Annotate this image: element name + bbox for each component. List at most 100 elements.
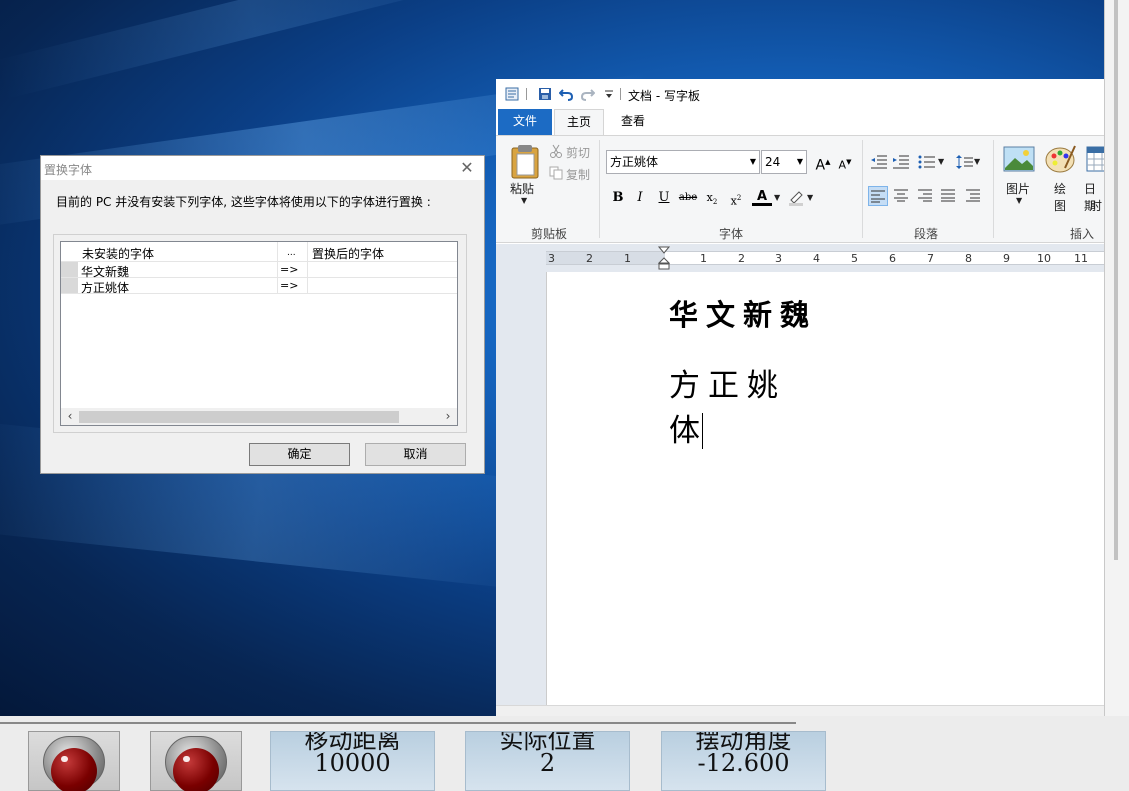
chevron-down-icon[interactable]: ▼ xyxy=(521,196,527,205)
scrollbar-thumb[interactable] xyxy=(79,411,399,423)
copy-button[interactable]: 复制 xyxy=(566,166,590,183)
align-center-icon[interactable] xyxy=(892,186,912,206)
align-right-icon[interactable] xyxy=(916,186,936,206)
row-selector xyxy=(61,262,78,277)
tab-view[interactable]: 查看 xyxy=(608,109,658,136)
font-family-select[interactable]: 方正姚体 ▼ xyxy=(606,150,760,174)
scroll-right-icon[interactable]: › xyxy=(441,409,455,424)
font-size-select[interactable]: 24 ▼ xyxy=(761,150,807,174)
dialog-title: 置换字体 xyxy=(44,163,93,177)
table-row[interactable]: 方正姚体 => xyxy=(61,278,457,295)
text-caret xyxy=(702,413,703,449)
line-spacing-icon[interactable] xyxy=(956,154,974,170)
wordpad-app-icon[interactable] xyxy=(505,87,519,101)
decrease-indent-icon[interactable] xyxy=(870,154,888,170)
ruler-number: 11 xyxy=(1074,252,1088,265)
underline-icon[interactable]: U xyxy=(654,188,674,208)
column-header-replacement-font[interactable]: 置换后的字体 xyxy=(312,245,384,262)
save-icon[interactable] xyxy=(538,87,552,101)
scroll-left-icon[interactable]: ‹ xyxy=(63,409,77,424)
ruler[interactable]: 3 2 1 1 2 3 4 5 6 7 8 9 10 11 xyxy=(496,244,1104,272)
dialog-message: 目前的 PC 并没有安装下列字体, 这些字体将使用以下的字体进行置换 : xyxy=(56,195,431,209)
red-push-button[interactable] xyxy=(28,731,120,791)
paint-palette-icon[interactable] xyxy=(1045,144,1077,174)
group-label-insert: 插入 xyxy=(1069,227,1094,241)
readout-value: 10000 xyxy=(314,749,391,777)
table-row[interactable]: 华文新魏 => xyxy=(61,262,457,279)
paste-button[interactable]: 粘贴 xyxy=(510,180,534,197)
dialog-titlebar: 置换字体 ✕ xyxy=(41,156,484,180)
cancel-button[interactable]: 取消 xyxy=(365,443,466,466)
document-text-line[interactable]: 华文新魏 xyxy=(669,292,817,334)
indent-marker-icon[interactable] xyxy=(658,246,670,270)
ruler-number: 9 xyxy=(1003,252,1010,265)
italic-icon[interactable]: I xyxy=(630,188,650,208)
customize-toolbar-icon[interactable] xyxy=(602,87,616,101)
picture-button[interactable]: 图片 xyxy=(1006,180,1030,197)
tab-home[interactable]: 主页 xyxy=(554,109,604,136)
chevron-down-icon: ▼ xyxy=(796,157,803,166)
ruler-number: 1 xyxy=(624,252,631,265)
chevron-down-icon[interactable]: ▼ xyxy=(774,193,780,202)
subscript-icon[interactable]: x2 xyxy=(702,188,722,208)
datetime-button-line2: 时 xyxy=(1090,199,1103,213)
font-list[interactable]: 未安装的字体 ... 置换后的字体 华文新魏 => 方正姚体 => ‹ › xyxy=(60,241,458,426)
ruler-number: 10 xyxy=(1037,252,1051,265)
font-size-value: 24 xyxy=(765,155,781,169)
ribbon-tabs: 文件 主页 查看 xyxy=(496,109,1104,136)
background-window-edge xyxy=(1104,0,1129,740)
chevron-down-icon[interactable]: ▼ xyxy=(1016,196,1022,205)
swing-angle-readout: 摆动角度 -12.600 xyxy=(661,731,826,791)
align-left-icon[interactable] xyxy=(868,186,888,206)
increase-indent-icon[interactable] xyxy=(892,154,910,170)
bullet-list-icon[interactable] xyxy=(918,154,936,170)
scrollbar[interactable] xyxy=(1114,0,1118,560)
red-knob-icon xyxy=(173,748,219,791)
justify-icon[interactable] xyxy=(939,186,959,206)
column-header-missing-font[interactable]: 未安装的字体 xyxy=(82,245,154,262)
group-label-font: 字体 xyxy=(718,227,743,241)
move-distance-readout: 移动距离 10000 xyxy=(270,731,435,791)
ruler-number: 6 xyxy=(889,252,896,265)
undo-icon[interactable] xyxy=(559,87,573,101)
ok-button[interactable]: 确定 xyxy=(249,443,350,466)
paint-drawing-button[interactable]: 绘 xyxy=(1054,180,1066,197)
divider xyxy=(0,722,796,724)
substitution-arrow: => xyxy=(280,279,299,292)
calendar-icon[interactable] xyxy=(1086,146,1104,172)
quick-access-toolbar: 文档 - 写字板 xyxy=(496,79,1104,109)
picture-icon[interactable] xyxy=(1003,146,1035,172)
column-header-arrow[interactable]: ... xyxy=(287,248,296,258)
group-label-paragraph: 段落 xyxy=(913,227,938,241)
ruler-number: 5 xyxy=(851,252,858,265)
row-selector xyxy=(61,278,78,293)
actual-position-readout: 实际位置 2 xyxy=(465,731,630,791)
highlighter-icon[interactable] xyxy=(787,188,805,206)
tab-file[interactable]: 文件 xyxy=(498,109,552,136)
chevron-down-icon[interactable]: ▼ xyxy=(974,157,980,166)
window-title: 文档 - 写字板 xyxy=(628,89,700,103)
bold-icon[interactable]: B xyxy=(608,188,628,208)
paste-icon[interactable] xyxy=(510,144,540,180)
paragraph-settings-icon[interactable] xyxy=(964,186,984,206)
document-text-line[interactable]: 方正姚体 xyxy=(669,360,820,450)
shrink-font-icon[interactable]: A▼ xyxy=(835,152,855,172)
ruler-margin xyxy=(546,252,665,264)
ruler-track: 3 2 1 1 2 3 4 5 6 7 8 9 10 11 xyxy=(546,246,1104,270)
chevron-down-icon[interactable]: ▼ xyxy=(807,193,813,202)
red-push-button[interactable] xyxy=(150,731,242,791)
text-color-icon[interactable]: A xyxy=(752,188,772,206)
substitution-arrow: => xyxy=(280,263,299,276)
cut-button[interactable]: 剪切 xyxy=(566,144,590,161)
close-icon[interactable]: ✕ xyxy=(456,157,478,179)
document-page[interactable]: 华文新魏 方正姚体 xyxy=(546,272,1104,716)
redo-icon[interactable] xyxy=(581,87,595,101)
horizontal-scrollbar[interactable]: ‹ › xyxy=(61,408,457,425)
chevron-down-icon[interactable]: ▼ xyxy=(938,157,944,166)
strikethrough-icon[interactable]: abe xyxy=(678,188,698,208)
grow-font-icon[interactable]: A▲ xyxy=(813,152,833,174)
ruler-number: 2 xyxy=(586,252,593,265)
superscript-icon[interactable]: x2 xyxy=(726,188,746,208)
divider xyxy=(862,140,863,238)
missing-font-name: 方正姚体 xyxy=(81,281,130,295)
